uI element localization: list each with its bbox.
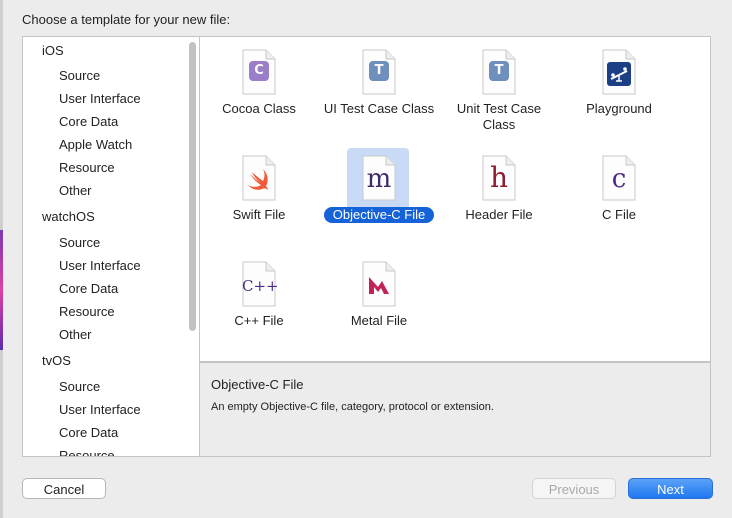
dialog-prompt: Choose a template for your new file: bbox=[22, 12, 231, 27]
sidebar-platform-tvos[interactable]: tvOS bbox=[42, 351, 71, 371]
template-header-file[interactable]: h Header File bbox=[439, 155, 559, 223]
selected-template-label: Objective-C File bbox=[323, 207, 435, 223]
sidebar-item-watchos-resource[interactable]: Resource bbox=[59, 302, 115, 322]
sidebar-item-watchos-user-interface[interactable]: User Interface bbox=[59, 256, 141, 276]
sidebar-item-ios-resource[interactable]: Resource bbox=[59, 158, 115, 178]
sidebar-item-ios-core-data[interactable]: Core Data bbox=[59, 112, 118, 132]
playground-icon bbox=[602, 49, 636, 95]
description-text: An empty Objective-C file, category, pro… bbox=[211, 401, 494, 413]
sidebar-item-tvos-source[interactable]: Source bbox=[59, 377, 100, 397]
sidebar-scrollbar[interactable] bbox=[188, 39, 197, 455]
header-file-icon: h bbox=[482, 155, 516, 201]
template-category-sidebar[interactable]: iOS Source User Interface Core Data Appl… bbox=[22, 36, 199, 457]
ui-test-case-class-icon: T bbox=[362, 49, 396, 95]
sidebar-item-watchos-other[interactable]: Other bbox=[59, 325, 92, 345]
unit-test-case-class-icon: T bbox=[482, 49, 516, 95]
cpp-file-icon: C++ bbox=[242, 261, 279, 307]
template-c-file[interactable]: c C File bbox=[559, 155, 679, 223]
template-metal-file[interactable]: Metal File bbox=[319, 261, 439, 329]
sidebar-item-ios-other[interactable]: Other bbox=[59, 181, 92, 201]
cocoa-class-icon: C bbox=[242, 49, 276, 95]
cancel-button[interactable]: Cancel bbox=[22, 478, 106, 499]
sidebar-platform-ios[interactable]: iOS bbox=[42, 41, 64, 61]
sidebar-item-ios-apple-watch[interactable]: Apple Watch bbox=[59, 135, 132, 155]
sidebar-item-tvos-core-data[interactable]: Core Data bbox=[59, 423, 118, 443]
swift-file-icon bbox=[242, 155, 276, 201]
sidebar-scroll-thumb[interactable] bbox=[189, 42, 196, 331]
c-file-icon: c bbox=[602, 155, 636, 201]
objective-c-file-icon: m bbox=[362, 155, 396, 201]
next-button[interactable]: Next bbox=[628, 478, 713, 499]
previous-button[interactable]: Previous bbox=[532, 478, 616, 499]
sidebar-item-watchos-core-data[interactable]: Core Data bbox=[59, 279, 118, 299]
description-title: Objective-C File bbox=[211, 377, 304, 392]
sidebar-item-ios-source[interactable]: Source bbox=[59, 66, 100, 86]
template-ui-test-case-class[interactable]: T UI Test Case Class bbox=[319, 49, 439, 117]
template-cpp-file[interactable]: C++ C++ File bbox=[199, 261, 319, 329]
sidebar-item-watchos-source[interactable]: Source bbox=[59, 233, 100, 253]
template-swift-file[interactable]: Swift File bbox=[199, 155, 319, 223]
template-unit-test-case-class[interactable]: T Unit Test Case Class bbox=[439, 49, 559, 133]
sidebar-item-ios-user-interface[interactable]: User Interface bbox=[59, 89, 141, 109]
template-objective-c-file[interactable]: m Objective-C File bbox=[319, 155, 439, 223]
template-description-panel: Objective-C File An empty Objective-C fi… bbox=[200, 362, 711, 457]
template-grid: C Cocoa Class T UI Test Case Class T Uni… bbox=[200, 36, 711, 362]
sidebar-item-tvos-user-interface[interactable]: User Interface bbox=[59, 400, 141, 420]
sidebar-item-tvos-resource[interactable]: Resource bbox=[59, 446, 115, 456]
template-cocoa-class[interactable]: C Cocoa Class bbox=[199, 49, 319, 117]
template-playground[interactable]: Playground bbox=[559, 49, 679, 117]
metal-file-icon bbox=[362, 261, 396, 307]
sidebar-platform-watchos[interactable]: watchOS bbox=[42, 207, 95, 227]
background-window-edge bbox=[0, 0, 3, 518]
